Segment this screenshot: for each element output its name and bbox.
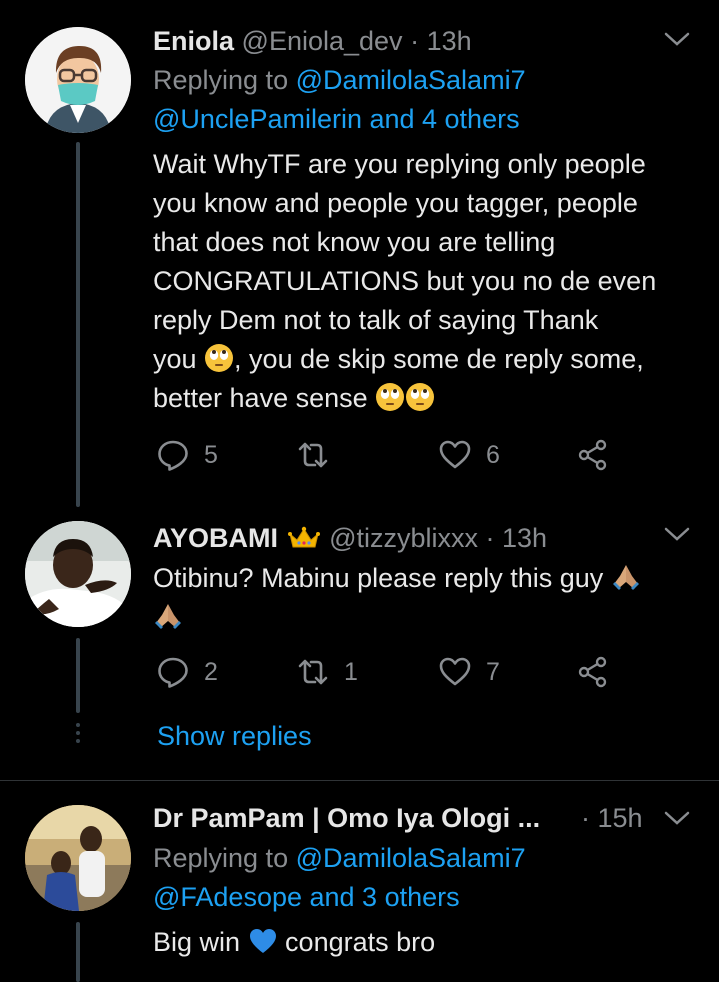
text-segment: you (153, 344, 205, 374)
tweet-text-line: better have sense (153, 379, 689, 418)
timestamp[interactable]: 15h (598, 803, 643, 833)
tweet-text: Big win congrats bro (153, 923, 689, 962)
reply-count: 5 (204, 440, 218, 469)
reply-count: 2 (204, 657, 218, 686)
text-segment: congrats bro (277, 927, 436, 957)
tweet-text-line: you , you de skip some de reply some, (153, 340, 689, 379)
separator: · (485, 523, 495, 553)
retweet-button[interactable]: 1 (296, 655, 358, 689)
tweet-drpampam[interactable]: Dr PamPam | Omo Iya Ologi ... · 15h Repl… (0, 781, 719, 982)
eye-roll-emoji (205, 344, 234, 372)
replying-prefix: Replying to (153, 843, 296, 873)
heart-icon (439, 657, 471, 686)
avatar[interactable] (25, 27, 131, 133)
more-dots (76, 723, 80, 743)
folded-hands-emoji (612, 565, 639, 590)
separator: · (410, 26, 420, 56)
thread-line (76, 638, 80, 713)
tweet-text-line: Wait WhyTF are you replying only people (153, 149, 646, 179)
replying-user-link[interactable]: @DamilolaSalami7 (296, 843, 526, 873)
text-segment: better have sense (153, 383, 376, 413)
tweet-content: Dr PamPam | Omo Iya Ologi ... · 15h Repl… (153, 799, 689, 962)
reply-icon (158, 657, 188, 688)
tweet-actions: 2 1 7 (153, 655, 623, 695)
thread-line (76, 142, 80, 507)
like-count: 7 (486, 657, 500, 686)
text-segment: Big win (153, 927, 248, 957)
retweet-count: 1 (344, 657, 358, 686)
separator: · (581, 803, 590, 833)
share-icon (578, 439, 607, 471)
text-segment: , you de skip some de reply some, (234, 344, 644, 374)
timestamp[interactable]: 13h (502, 523, 547, 553)
avatar-image (25, 27, 131, 133)
share-icon (578, 656, 607, 688)
eye-roll-emoji (406, 383, 435, 411)
replying-to: Replying to @DamilolaSalami7 (153, 839, 689, 878)
user-handle[interactable]: @Eniola_dev (242, 26, 403, 56)
user-name[interactable]: Dr PamPam | Omo Iya Ologi ... (153, 803, 540, 833)
like-count: 6 (486, 440, 500, 469)
folded-hands-emoji (155, 604, 181, 629)
tweet-text: Otibinu? Mabinu please reply this guy (153, 559, 689, 637)
tweet-header: Dr PamPam | Omo Iya Ologi ... · 15h (153, 799, 689, 837)
chevron-down-icon[interactable] (663, 525, 691, 543)
blue-heart-emoji (249, 929, 276, 953)
tweet-text-line: you know and people you tagger, people (153, 188, 638, 218)
share-button[interactable] (576, 438, 610, 472)
retweet-icon (298, 442, 328, 468)
share-button[interactable] (576, 655, 610, 689)
tweet-text: Wait WhyTF are you replying only people … (153, 145, 689, 418)
thread-line (76, 922, 80, 982)
tweet-text-line: that does not know you are telling (153, 227, 556, 257)
like-button[interactable]: 7 (438, 655, 500, 689)
reply-button[interactable]: 2 (156, 655, 218, 689)
user-handle[interactable]: @tizzyblixxx (329, 523, 478, 553)
replying-user-link[interactable]: @DamilolaSalami7 (296, 65, 526, 95)
avatar[interactable] (25, 521, 131, 627)
reply-icon (158, 440, 188, 471)
tweet-text-line: CONGRATULATIONS but you no de even (153, 266, 657, 296)
eye-roll-emoji (376, 383, 405, 411)
retweet-icon (298, 659, 328, 685)
avatar[interactable] (25, 805, 131, 911)
tweet-header: AYOBAMI @tizzyblixxx · 13h (153, 519, 689, 557)
like-button[interactable]: 6 (438, 438, 500, 472)
user-name[interactable]: AYOBAMI (153, 523, 278, 553)
user-name[interactable]: Eniola (153, 26, 234, 56)
tweet-text-line: reply Dem not to talk of saying Thank (153, 305, 599, 335)
replying-others-link[interactable]: @UnclePamilerin and 4 others (153, 100, 689, 139)
timestamp[interactable]: 13h (427, 26, 472, 56)
tweet-content: Eniola @Eniola_dev · 13h Replying to @Da… (153, 22, 689, 418)
chevron-down-icon[interactable] (663, 809, 691, 827)
heart-icon (439, 440, 471, 469)
tweet-ayobami[interactable]: AYOBAMI @tizzyblixxx · 13h Otibinu? Mabi… (0, 505, 719, 782)
show-replies-link[interactable]: Show replies (157, 718, 312, 754)
replying-prefix: Replying to (153, 65, 296, 95)
avatar-image (25, 805, 131, 911)
replying-to: Replying to @DamilolaSalami7 (153, 61, 689, 100)
retweet-button[interactable] (296, 438, 344, 472)
text-segment: Otibinu? Mabinu please reply this guy (153, 563, 611, 593)
tweet-actions: 5 6 (153, 438, 623, 478)
replying-others-link[interactable]: @FAdesope and 3 others (153, 878, 689, 917)
avatar-image (25, 521, 131, 627)
tweet-content: AYOBAMI @tizzyblixxx · 13h Otibinu? Mabi… (153, 519, 689, 637)
reply-button[interactable]: 5 (156, 438, 218, 472)
crown-emoji (287, 526, 320, 548)
chevron-down-icon[interactable] (663, 30, 691, 48)
tweet-header: Eniola @Eniola_dev · 13h (153, 22, 689, 60)
tweet-eniola[interactable]: Eniola @Eniola_dev · 13h Replying to @Da… (0, 0, 719, 507)
